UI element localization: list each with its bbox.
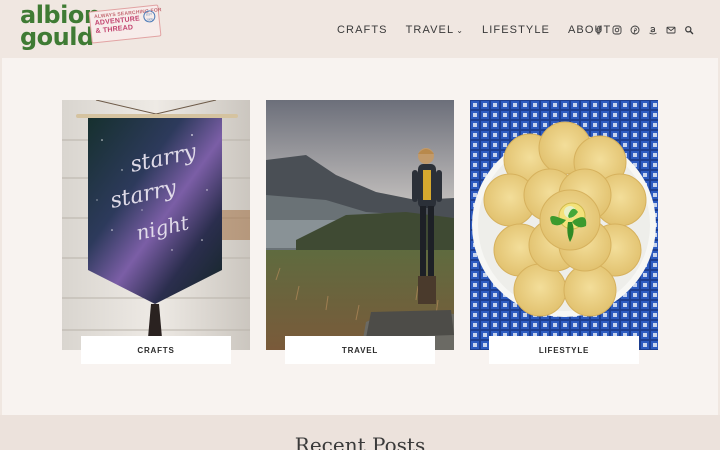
- category-card-travel[interactable]: TRAVEL: [266, 100, 454, 364]
- travel-image[interactable]: [266, 100, 454, 350]
- logo-wordmark: albion gould: [20, 3, 101, 51]
- crafts-image[interactable]: starry starry night: [62, 100, 250, 350]
- site-logo[interactable]: albion gould ALWAYS SEARCHING FOR ADVENT…: [20, 3, 180, 54]
- nav-travel[interactable]: TRAVEL ⌄: [406, 24, 464, 36]
- nav-travel-label: TRAVEL: [405, 24, 455, 36]
- chevron-down-icon: ⌄: [456, 25, 464, 35]
- nav-crafts-label: CRAFTS: [337, 24, 388, 36]
- pinterest-icon[interactable]: [630, 25, 640, 35]
- search-icon[interactable]: [684, 25, 694, 35]
- logo-line-2: gould: [20, 23, 94, 51]
- lifestyle-image[interactable]: [470, 100, 658, 350]
- nav-crafts[interactable]: CRAFTS: [337, 24, 388, 36]
- category-label-lifestyle[interactable]: LIFESTYLE: [489, 336, 639, 364]
- amazon-icon[interactable]: [648, 25, 658, 35]
- facebook-icon[interactable]: [594, 25, 604, 35]
- site-header: albion gould ALWAYS SEARCHING FOR ADVENT…: [0, 0, 720, 58]
- main-nav: CRAFTS TRAVEL ⌄ LIFESTYLE ABOUT: [337, 23, 629, 37]
- recent-posts-heading: Recent Posts: [294, 433, 426, 450]
- nav-lifestyle-label: LIFESTYLE: [482, 24, 550, 36]
- category-label-travel[interactable]: TRAVEL: [285, 336, 435, 364]
- category-card-crafts[interactable]: starry starry night CRAFTS: [62, 100, 250, 364]
- category-card-lifestyle[interactable]: LIFESTYLE: [470, 100, 658, 364]
- category-label-crafts[interactable]: CRAFTS: [81, 336, 231, 364]
- nav-lifestyle[interactable]: LIFESTYLE: [482, 24, 550, 36]
- social-links: [594, 24, 702, 36]
- email-icon[interactable]: [666, 25, 676, 35]
- instagram-icon[interactable]: [612, 25, 622, 35]
- logo-stamp: ALWAYS SEARCHING FOR ADVENTURE & THREAD …: [88, 4, 162, 44]
- category-section: starry starry night CRAFTS TRAVEL LIFEST…: [2, 58, 718, 415]
